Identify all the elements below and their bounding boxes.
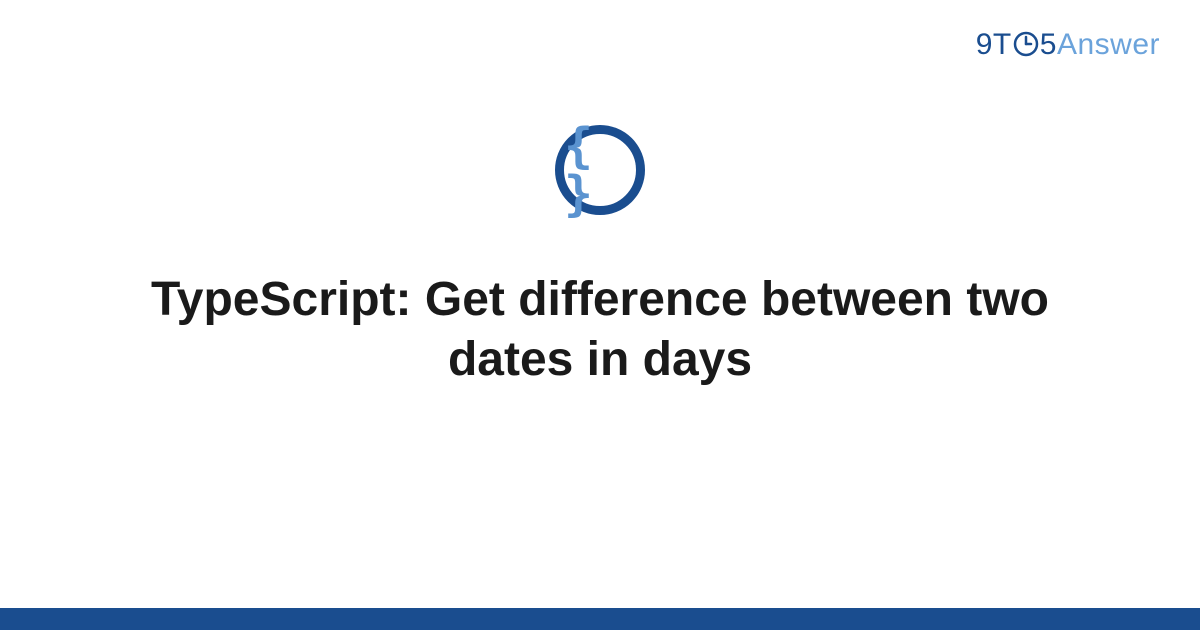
logo-text-9t: 9T	[976, 28, 1012, 61]
page-title: TypeScript: Get difference between two d…	[150, 270, 1050, 390]
code-braces-icon: { }	[564, 122, 636, 218]
footer-accent-bar	[0, 608, 1200, 630]
main-content: { } TypeScript: Get difference between t…	[0, 125, 1200, 390]
logo-text-5: 5	[1040, 28, 1057, 61]
category-icon-circle: { }	[555, 125, 645, 215]
site-logo: 9T 5Answer	[976, 28, 1160, 62]
logo-text-answer: Answer	[1057, 28, 1160, 61]
clock-icon	[1012, 30, 1040, 58]
